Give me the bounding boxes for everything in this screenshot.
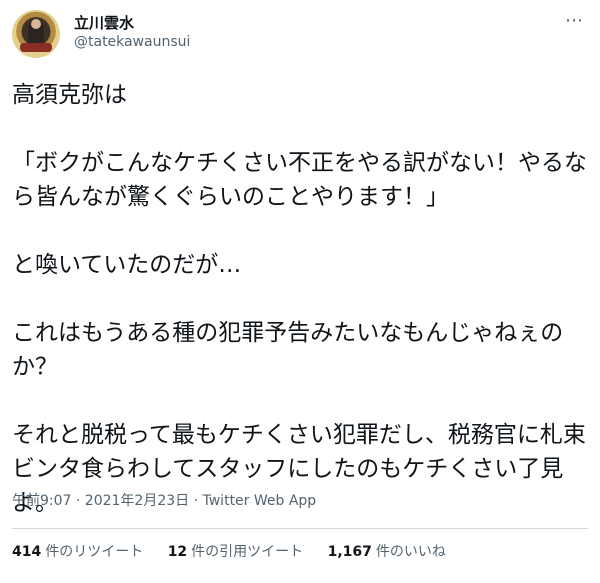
quotes-count: 12 (167, 544, 188, 560)
likes-stat[interactable]: 1,167 件のいいね (328, 541, 446, 561)
avatar-cushion (20, 43, 52, 52)
tweet-paragraph: と喚いていたのだが… (12, 252, 242, 278)
retweets-count: 414 (12, 544, 42, 560)
tweet-source-app[interactable]: Twitter Web App (203, 493, 317, 509)
tweet-text: 高須克弥は 「ボクがこんなケチくさい不正をやる訳がない！やるなら皆んなが驚くぐら… (12, 78, 588, 520)
display-name[interactable]: 立川雲水 (74, 12, 134, 33)
likes-count: 1,167 (327, 544, 372, 560)
divider (12, 528, 588, 529)
quotes-stat[interactable]: 12 件の引用ツイート (168, 541, 303, 561)
tweet-paragraph: 高須克弥は (12, 82, 127, 108)
tweet-stats: 414 件のリツイート 12 件の引用ツイート 1,167 件のいいね (12, 541, 466, 561)
tweet-paragraph: これはもうある種の犯罪予告みたいなもんじゃねぇのか？ (12, 320, 564, 380)
tweet: 立川雲水 @tatekawaunsui ⋯ 高須克弥は 「ボクがこんなケチくさい… (0, 0, 600, 583)
likes-label: 件のいいね (375, 544, 446, 560)
tweet-meta: 午前9:07 · 2021年2月23日 · Twitter Web App (12, 490, 316, 510)
retweets-label: 件のリツイート (45, 544, 144, 560)
avatar-face (31, 19, 41, 29)
more-horizontal-icon[interactable]: ⋯ (565, 12, 584, 30)
tweet-header: 立川雲水 @tatekawaunsui ⋯ (12, 8, 588, 64)
tweet-timestamp[interactable]: 午前9:07 · 2021年2月23日 · (12, 493, 203, 509)
tweet-paragraph: 「ボクがこんなケチくさい不正をやる訳がない！やるなら皆んなが驚くぐらいのことやり… (12, 150, 587, 210)
user-handle[interactable]: @tatekawaunsui (74, 34, 190, 50)
quotes-label: 件の引用ツイート (191, 544, 304, 560)
retweets-stat[interactable]: 414 件のリツイート (12, 541, 143, 561)
avatar[interactable] (12, 10, 60, 58)
